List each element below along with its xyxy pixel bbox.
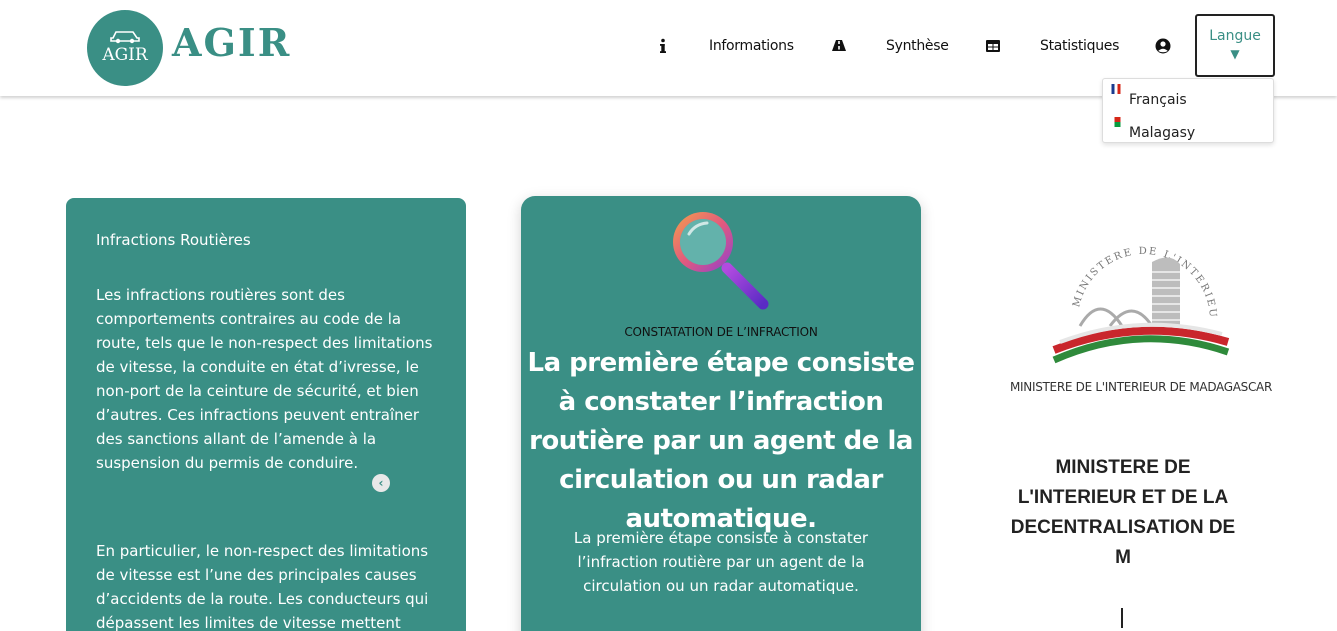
chevron-left-circle-icon[interactable]: ‹ <box>372 474 390 492</box>
nav-synthese[interactable]: Synthèse <box>886 38 949 54</box>
madagascar-flag-icon <box>1111 117 1121 127</box>
nav-statistiques[interactable]: Statistiques <box>1040 38 1119 54</box>
road-icon[interactable] <box>831 38 847 54</box>
constatation-card[interactable]: CONSTATATION DE L’INFRACTION La première… <box>521 196 921 631</box>
card-body: La première étape consiste à constater l… <box>573 529 869 595</box>
table-icon[interactable] <box>985 38 1001 54</box>
language-menu: Français Malagasy <box>1102 78 1274 143</box>
card-headline: La première étape consiste à constater l… <box>527 348 916 534</box>
logo-badge-text: AGIR <box>102 45 148 65</box>
card-title: Infractions Routières <box>96 231 251 249</box>
infractions-card: Infractions Routières Les infractions ro… <box>66 198 466 631</box>
language-option-label: Français <box>1129 92 1187 108</box>
seal-caption: MINISTERE DE L'INTERIEUR DE MADAGASCAR <box>1010 380 1272 394</box>
nav-informations[interactable]: Informations <box>709 38 794 54</box>
france-flag-icon <box>1111 84 1121 94</box>
ministry-seal-logo: MINISTERE DE L'INTERIEUR <box>1040 222 1230 364</box>
text-cursor <box>1121 608 1123 628</box>
card-paragraph: Les infractions routières sont des compo… <box>96 286 433 472</box>
agir-logo[interactable]: AGIR <box>87 10 163 86</box>
language-option-label: Malagasy <box>1129 125 1196 141</box>
language-button-label: Langue <box>1209 28 1261 44</box>
magnifier-icon <box>673 212 769 310</box>
card-caption: CONSTATATION DE L’INFRACTION <box>624 325 818 339</box>
logo-wordmark[interactable]: AGIR <box>172 20 291 65</box>
svg-text:MINISTERE DE L'INTERIEUR: MINISTERE DE L'INTERIEUR <box>1040 222 1218 319</box>
car-icon <box>110 31 140 44</box>
language-dropdown-button[interactable]: Langue ▼ <box>1195 14 1275 77</box>
user-circle-icon[interactable] <box>1155 38 1171 54</box>
caret-down-icon: ▼ <box>1230 47 1240 61</box>
info-icon[interactable] <box>655 38 671 54</box>
ministry-title: MINISTERE DE L'INTERIEUR ET DE LA DECENT… <box>1010 457 1236 568</box>
card-paragraph: En particulier, le non-respect des limit… <box>96 542 429 631</box>
